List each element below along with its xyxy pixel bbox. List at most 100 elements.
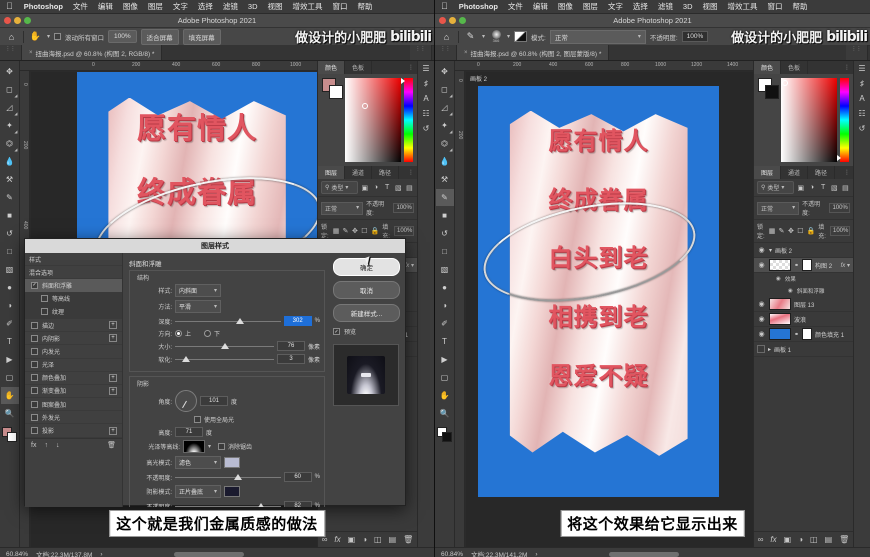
add-effect-icon[interactable]: +: [109, 373, 117, 382]
color-panel-swatches[interactable]: [758, 78, 779, 99]
background-color-swatch[interactable]: [6, 432, 17, 442]
blur-tool[interactable]: ●: [1, 279, 19, 296]
mask-icon[interactable]: ▣: [348, 535, 356, 544]
chevron-down-icon[interactable]: ▾: [356, 204, 359, 213]
fx-icon[interactable]: fx ▾: [841, 262, 850, 269]
link-icon[interactable]: ∞: [758, 535, 764, 544]
apple-logo-icon[interactable]: : [439, 1, 454, 12]
style-list[interactable]: 样式 混合选项 ✓ 斜面和浮雕 等高线 纹理 描边 + 内阴影 + 内发光 光泽 颜色叠加 + 渐变叠加 + 图…: [25, 253, 123, 507]
color-field[interactable]: [345, 78, 401, 162]
layer-style-dialog[interactable]: 图层样式 样式 混合选项 ✓ 斜面和浮雕 等高线 纹理 描边 + 内阴影 + 内发光 光泽 颜色叠加 + 渐…: [24, 238, 406, 507]
chevron-down-icon[interactable]: ▾: [482, 33, 485, 40]
fill-screen-button[interactable]: 填充屏幕: [182, 28, 221, 45]
tab-paths[interactable]: 路径: [808, 166, 836, 179]
hand-tool-icon[interactable]: ✋: [28, 30, 43, 44]
direction-up-radio[interactable]: [175, 330, 182, 337]
adjustment-icon[interactable]: ◑: [798, 535, 803, 544]
tab-grip-left[interactable]: ⋮⋮: [0, 45, 22, 60]
layer-visibility-icon[interactable]: ◉: [757, 330, 766, 338]
menu-photoshop[interactable]: Photoshop: [19, 2, 68, 11]
trash-icon[interactable]: 🗑: [107, 441, 116, 449]
layer-row[interactable]: ◉ 图层 13: [754, 297, 853, 312]
color-panel-right[interactable]: [754, 74, 853, 166]
trash-icon[interactable]: 🗑: [403, 535, 413, 544]
fx-icon[interactable]: fx: [31, 442, 36, 449]
style-enable-checkbox[interactable]: [31, 374, 38, 382]
filter-type-icon[interactable]: T: [819, 183, 828, 193]
type-tool[interactable]: T: [436, 333, 454, 350]
tab-paths[interactable]: 路径: [372, 166, 400, 179]
layer-filter-select[interactable]: ⚲ 类型 ▾: [321, 181, 359, 194]
gradient-tool[interactable]: ▧: [1, 261, 19, 278]
depth-slider[interactable]: [175, 317, 281, 325]
menu-select[interactable]: 选择: [193, 1, 218, 12]
artboard-label[interactable]: 画板 2: [466, 72, 753, 85]
folder-icon[interactable]: ◫: [810, 535, 818, 544]
size-slider[interactable]: [175, 342, 274, 350]
horizontal-scrollbar[interactable]: [173, 551, 244, 557]
styles-icon[interactable]: ♯: [424, 79, 428, 88]
horizontal-scrollbar[interactable]: [609, 551, 679, 557]
style-list-item[interactable]: 外发光: [25, 411, 122, 425]
color-swatches-toolbar-right[interactable]: [436, 427, 454, 443]
style-enable-checkbox[interactable]: [31, 427, 38, 435]
layer-mask-thumbnail[interactable]: [802, 328, 813, 340]
opacity-input[interactable]: 100%: [681, 31, 709, 42]
tab-swatches[interactable]: 色板: [345, 61, 373, 74]
filter-type-icon[interactable]: T: [383, 183, 392, 193]
move-tool[interactable]: ✥: [436, 63, 454, 80]
layer-row[interactable]: ◉ 波浪: [754, 312, 853, 327]
fx-icon[interactable]: fx: [334, 535, 340, 544]
layer-thumbnail[interactable]: [769, 298, 791, 310]
chevron-down-icon[interactable]: ▾: [214, 459, 217, 466]
filter-shape-icon[interactable]: ▧: [394, 183, 403, 193]
style-enable-checkbox[interactable]: [31, 347, 38, 355]
style-list-item[interactable]: 光泽: [25, 359, 122, 372]
style-select[interactable]: 内斜面 ▾: [175, 284, 221, 297]
dodge-tool[interactable]: ◑: [1, 297, 19, 314]
tab-layers[interactable]: 图层: [318, 166, 346, 179]
clone-stamp-tool[interactable]: ■: [1, 207, 19, 224]
filter-adjustment-icon[interactable]: ◑: [371, 183, 380, 193]
canvas-area-right[interactable]: 0 200 400 600 800 1000 1200 1400 0 200 画…: [455, 61, 753, 547]
lock-all-icon[interactable]: 🔒: [807, 226, 816, 236]
history-icon[interactable]: ↺: [859, 124, 866, 133]
lock-transparency-icon[interactable]: ▦: [333, 226, 340, 236]
panel-menu-icon[interactable]: ⋮: [808, 61, 853, 74]
soften-slider[interactable]: [175, 355, 274, 363]
tab-color[interactable]: 颜色: [754, 61, 782, 74]
lock-image-icon[interactable]: ✎: [342, 226, 349, 236]
folder-icon[interactable]: ◫: [374, 535, 382, 544]
menu-image[interactable]: 图像: [553, 1, 578, 12]
eraser-tool[interactable]: □: [436, 243, 454, 260]
tab-grip-right[interactable]: ⋮⋮: [435, 45, 457, 60]
style-enable-checkbox[interactable]: [31, 361, 38, 369]
zoom-level[interactable]: 60.84%: [6, 551, 28, 557]
filter-shape-icon[interactable]: ▧: [830, 183, 839, 193]
color-panel-swatches[interactable]: [322, 78, 343, 99]
menu-window[interactable]: 窗口: [763, 1, 788, 12]
use-global-light-checkbox[interactable]: [194, 416, 201, 423]
magic-wand-tool[interactable]: ✦ ◢: [436, 117, 454, 134]
angle-dial[interactable]: [175, 390, 197, 412]
lasso-tool[interactable]: ◿ ◢: [436, 99, 454, 116]
color-cursor-icon[interactable]: [782, 79, 789, 86]
highlight-color-swatch[interactable]: [224, 457, 240, 468]
close-icon[interactable]: ×: [464, 50, 468, 56]
layer-filter-select[interactable]: ⚲ 类型 ▾: [757, 181, 795, 194]
status-expand-icon[interactable]: ›: [535, 551, 537, 557]
opacity-value[interactable]: 100%: [829, 203, 850, 213]
panel-menu-icon[interactable]: ⋮: [835, 166, 853, 179]
chevron-down-icon[interactable]: ▾: [792, 204, 795, 213]
style-enable-checkbox[interactable]: [31, 400, 38, 408]
styles-icon[interactable]: ♯: [860, 79, 864, 88]
style-list-item[interactable]: 纹理: [25, 305, 122, 319]
style-list-item[interactable]: ✓ 斜面和浮雕: [25, 279, 122, 293]
scroll-all-windows-checkbox[interactable]: [54, 33, 62, 40]
effect-visibility-icon[interactable]: ◉: [788, 288, 793, 294]
new-style-button[interactable]: 新建样式...: [333, 304, 400, 322]
style-list-item[interactable]: 混合选项: [25, 266, 122, 280]
gradient-tool[interactable]: ▧: [436, 261, 454, 278]
pen-tool[interactable]: ✐: [1, 315, 19, 332]
menu-window[interactable]: 窗口: [328, 1, 353, 12]
